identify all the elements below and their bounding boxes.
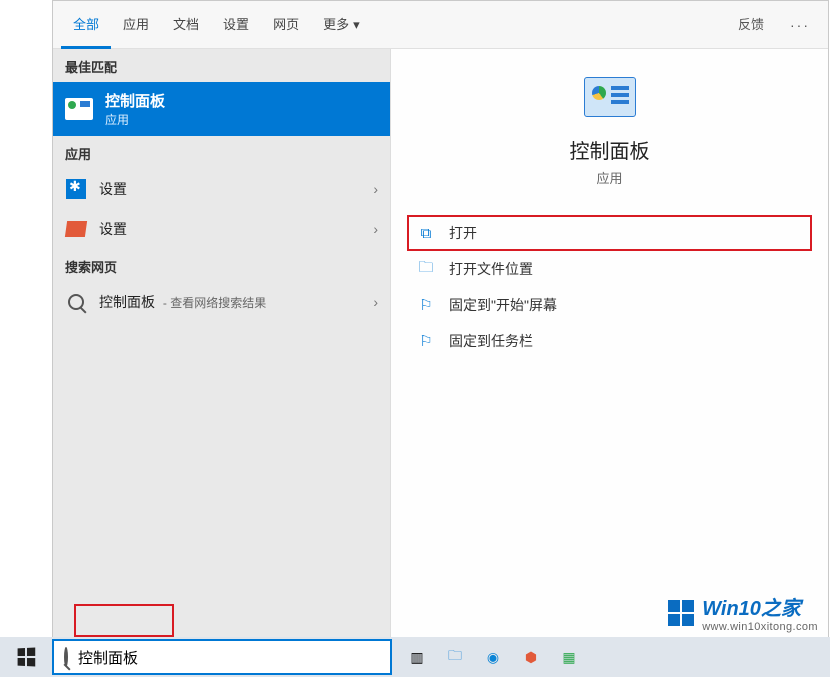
panel-body: 最佳匹配 控制面板 应用 应用 设置 › 设置 › 搜索网页: [53, 49, 828, 637]
taskbar-search[interactable]: [52, 639, 392, 675]
tab-all[interactable]: 全部: [61, 1, 111, 49]
web-item[interactable]: 控制面板 - 查看网络搜索结果 ›: [53, 282, 390, 322]
app-item-settings-1[interactable]: 设置 ›: [53, 169, 390, 209]
group-best-match: 最佳匹配: [53, 49, 390, 82]
edge-icon[interactable]: ◉: [478, 642, 508, 672]
best-match-subtitle: 应用: [105, 111, 165, 128]
store-icon[interactable]: ⬢: [516, 642, 546, 672]
folder-icon: 🗀: [417, 257, 435, 282]
pin-icon: ⚐: [417, 296, 435, 314]
chevron-right-icon: ›: [373, 181, 378, 197]
chevron-down-icon: ▾: [353, 1, 360, 49]
explorer-icon[interactable]: 🗀: [440, 642, 470, 672]
group-apps: 应用: [53, 136, 390, 169]
action-label: 固定到"开始"屏幕: [449, 295, 557, 315]
gear-icon: [65, 218, 87, 240]
preview-subtitle: 应用: [596, 168, 622, 187]
tab-docs[interactable]: 文档: [161, 1, 211, 49]
watermark: Win10之家 www.win10xitong.com: [668, 592, 818, 633]
taskbar-icons: ▥ 🗀 ◉ ⬢ ▦: [402, 642, 584, 672]
search-icon: [65, 291, 87, 313]
action-open-location[interactable]: 🗀 打开文件位置: [407, 251, 812, 287]
results-list: 最佳匹配 控制面板 应用 应用 设置 › 设置 › 搜索网页: [53, 49, 391, 637]
search-icon: [64, 649, 68, 665]
chevron-right-icon: ›: [373, 221, 378, 237]
preview-title: 控制面板: [570, 135, 650, 164]
gear-icon: [65, 178, 87, 200]
group-web: 搜索网页: [53, 249, 390, 282]
control-panel-icon: [584, 77, 636, 117]
best-match-item[interactable]: 控制面板 应用: [53, 82, 390, 136]
app-item-label: 设置: [99, 179, 361, 199]
action-label: 固定到任务栏: [449, 331, 533, 351]
action-label: 打开文件位置: [449, 259, 533, 279]
web-item-hint: - 查看网络搜索结果: [163, 296, 266, 310]
watermark-url: www.win10xitong.com: [702, 621, 818, 633]
tab-settings[interactable]: 设置: [211, 1, 261, 49]
tab-more-label: 更多: [323, 1, 349, 49]
open-icon: ⧉: [417, 225, 435, 242]
best-match-title: 控制面板: [105, 90, 165, 111]
tab-apps[interactable]: 应用: [111, 1, 161, 49]
more-options-button[interactable]: ···: [780, 17, 820, 33]
preview-pane: 控制面板 应用 ⧉ 打开 🗀 打开文件位置 ⚐ 固定到"开始"屏幕 ⚐ 固定到任…: [391, 49, 828, 637]
action-pin-taskbar[interactable]: ⚐ 固定到任务栏: [407, 323, 812, 359]
action-label: 打开: [449, 223, 477, 243]
windows-icon: [18, 648, 36, 667]
windows-icon: [668, 600, 694, 626]
tab-web[interactable]: 网页: [261, 1, 311, 49]
app-item-settings-2[interactable]: 设置 ›: [53, 209, 390, 249]
search-input[interactable]: [78, 649, 380, 666]
watermark-title: Win10之家: [702, 592, 818, 621]
start-button[interactable]: [0, 637, 52, 677]
pin-icon: ⚐: [417, 332, 435, 350]
taskbar: ▥ 🗀 ◉ ⬢ ▦: [0, 637, 830, 677]
tab-more[interactable]: 更多 ▾: [311, 1, 372, 49]
app-icon[interactable]: ▦: [554, 642, 584, 672]
feedback-link[interactable]: 反馈: [726, 1, 776, 49]
chevron-right-icon: ›: [373, 294, 378, 310]
tabs-bar: 全部 应用 文档 设置 网页 更多 ▾ 反馈 ···: [53, 1, 828, 49]
action-open[interactable]: ⧉ 打开: [407, 215, 812, 251]
control-panel-icon: [65, 98, 93, 120]
action-pin-start[interactable]: ⚐ 固定到"开始"屏幕: [407, 287, 812, 323]
task-view-icon[interactable]: ▥: [402, 642, 432, 672]
actions-list: ⧉ 打开 🗀 打开文件位置 ⚐ 固定到"开始"屏幕 ⚐ 固定到任务栏: [391, 215, 828, 359]
search-panel: 全部 应用 文档 设置 网页 更多 ▾ 反馈 ··· 最佳匹配 控制面板 应用 …: [52, 0, 829, 638]
app-item-label: 设置: [99, 219, 361, 239]
web-item-label: 控制面板 - 查看网络搜索结果: [99, 292, 361, 312]
